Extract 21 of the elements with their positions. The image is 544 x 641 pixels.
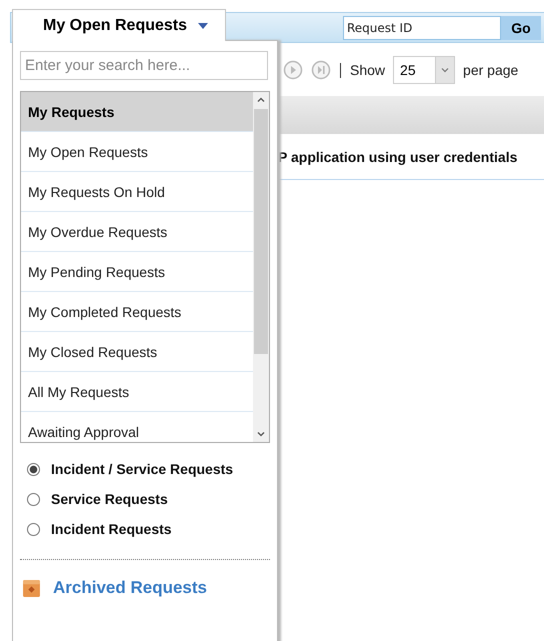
archive-box-icon [22, 578, 41, 598]
radio-button[interactable] [27, 462, 40, 476]
chevron-down-icon [440, 65, 450, 75]
view-selector-tab[interactable]: My Open Requests [12, 9, 226, 41]
group-header: My Requests [21, 92, 253, 131]
radio-button[interactable] [27, 522, 40, 536]
radio-option[interactable]: Incident Requests [27, 521, 270, 537]
show-label: Show [350, 62, 386, 78]
go-button[interactable]: Go [501, 16, 541, 40]
scroll-down-icon[interactable] [256, 429, 266, 439]
per-page-select[interactable]: 25 [393, 56, 456, 84]
request-id-field[interactable]: Request ID [343, 16, 501, 40]
radio-option[interactable]: Incident / Service Requests [27, 461, 270, 477]
search-field[interactable]: Enter your search here... [20, 51, 268, 80]
per-page-label: per page [463, 62, 518, 78]
scrollbar[interactable] [253, 92, 269, 442]
archived-requests-link[interactable]: Archived Requests [53, 578, 207, 598]
table-cell: P application using user credentials [278, 148, 518, 164]
radio-option[interactable]: Service Requests [27, 491, 270, 507]
caret-icon [197, 22, 210, 30]
radio-button[interactable] [27, 492, 40, 506]
